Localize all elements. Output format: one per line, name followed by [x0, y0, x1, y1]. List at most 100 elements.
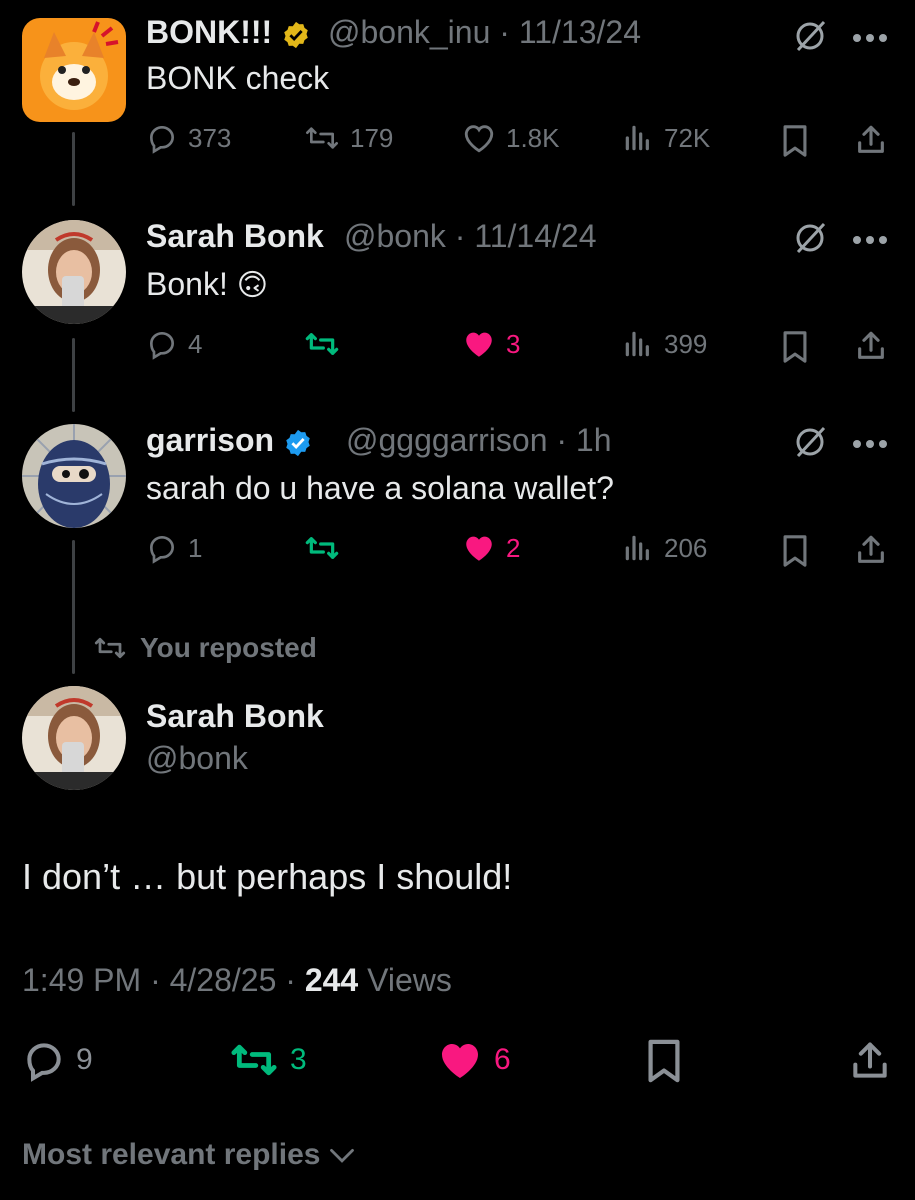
like-button[interactable]: 2 [462, 532, 520, 564]
more-icon[interactable] [852, 232, 892, 250]
views-icon [625, 331, 649, 357]
sarah-avatar-image [22, 220, 126, 324]
chevron-down-icon [330, 1148, 355, 1163]
reply-button[interactable]: 373 [146, 122, 231, 154]
main-reply-button[interactable]: 9 [22, 1038, 93, 1082]
main-bookmark-icon[interactable] [644, 1038, 684, 1089]
views-count: 399 [664, 328, 708, 359]
reply-sort-label: Most relevant replies [22, 1138, 321, 1171]
share-icon[interactable] [854, 532, 888, 573]
repost-button[interactable] [304, 532, 350, 564]
thread-line [72, 540, 75, 674]
author-handle[interactable]: @ggggarrison [346, 422, 547, 458]
like-icon [442, 1044, 478, 1078]
avatar-garrison[interactable] [22, 424, 126, 528]
grok-icon[interactable] [792, 220, 828, 261]
views-button[interactable]: 399 [622, 328, 707, 360]
main-author-handle[interactable]: @bonk [146, 740, 248, 777]
like-button[interactable]: 1.8K [462, 122, 560, 154]
like-icon [466, 332, 492, 357]
tweet-text: Bonk! 🙃 [146, 266, 268, 303]
like-count: 6 [494, 1043, 511, 1076]
more-icon[interactable] [852, 436, 892, 454]
reply-icon [149, 535, 175, 564]
tweet-author-name[interactable]: BONK!!! [146, 14, 311, 51]
repost-button[interactable] [304, 328, 350, 360]
main-repost-button[interactable]: 3 [228, 1038, 307, 1082]
views-count: 206 [664, 532, 708, 563]
bonk-dog-avatar-image [22, 18, 126, 122]
reply-sort-dropdown[interactable]: Most relevant replies [22, 1138, 356, 1172]
tweet-date[interactable]: 11/14/24 [474, 218, 596, 254]
more-icon[interactable] [852, 30, 892, 48]
main-share-icon[interactable] [848, 1038, 892, 1089]
repost-icon [231, 1044, 277, 1076]
thread-line [72, 338, 75, 412]
like-count: 1.8K [506, 122, 560, 153]
repost-icon [94, 637, 126, 659]
main-tweet-time[interactable]: 1:49 PM [22, 962, 141, 998]
garrison-avatar-image [22, 424, 126, 528]
main-views-count: 244 [304, 962, 359, 998]
thread-line [72, 132, 75, 206]
reply-count: 4 [188, 328, 203, 359]
reply-icon [149, 331, 175, 360]
tweet-text-content: Bonk! [146, 266, 228, 302]
reply-button[interactable]: 1 [146, 532, 202, 564]
main-tweet-date[interactable]: 4/28/25 [170, 962, 277, 998]
reply-count: 9 [76, 1043, 93, 1076]
author-handle[interactable]: @bonk [344, 218, 446, 254]
reply-icon [27, 1043, 61, 1082]
verified-blue-badge-icon [286, 429, 310, 456]
bookmark-icon[interactable] [780, 534, 810, 573]
author-handle[interactable]: @bonk_inu [328, 14, 490, 50]
views-button[interactable]: 72K [622, 122, 710, 154]
repost-button[interactable]: 179 [304, 122, 393, 154]
repost-icon [306, 127, 338, 149]
tweet-text: BONK check [146, 60, 330, 96]
tweet-meta: @ggggarrison · 1h [346, 422, 612, 458]
repost-context-label[interactable]: You reposted [140, 632, 317, 664]
main-tweet-meta: 1:49 PM · 4/28/25 · 244 Views [22, 962, 452, 998]
repost-context: You reposted [92, 632, 317, 664]
tweet-author-name[interactable]: garrison [146, 422, 313, 459]
views-count: 72K [664, 122, 711, 153]
like-count: 2 [506, 532, 521, 563]
avatar-bonk-inu[interactable] [22, 18, 126, 122]
views-button[interactable]: 206 [622, 532, 707, 564]
share-icon[interactable] [854, 122, 888, 163]
main-views-label: Views [367, 962, 452, 998]
reply-button[interactable]: 4 [146, 328, 202, 360]
verified-gold-badge-icon [284, 21, 308, 48]
grok-icon[interactable] [792, 18, 828, 59]
repost-count: 3 [290, 1043, 307, 1076]
tweet-meta: @bonk · 11/14/24 [344, 218, 597, 254]
main-tweet-text: I don’t … but perhaps I should! [22, 856, 513, 897]
like-button[interactable]: 3 [462, 328, 520, 360]
tweet-meta: @bonk_inu · 11/13/24 [328, 14, 641, 50]
tweet-text: sarah do u have a solana wallet? [146, 470, 614, 506]
tweet-date[interactable]: 1h [576, 422, 612, 458]
like-count: 3 [506, 328, 521, 359]
views-icon [625, 125, 649, 151]
tweet-author-name[interactable]: Sarah Bonk [146, 218, 324, 255]
reply-count: 373 [188, 122, 232, 153]
share-icon[interactable] [854, 328, 888, 369]
like-icon [464, 125, 494, 153]
main-author-name[interactable]: Sarah Bonk [146, 698, 324, 735]
like-icon [466, 536, 492, 561]
tweet-date[interactable]: 11/13/24 [519, 14, 641, 50]
avatar-sarah-bonk[interactable] [22, 220, 126, 324]
bookmark-icon[interactable] [780, 124, 810, 163]
views-icon [625, 535, 649, 561]
main-like-button[interactable]: 6 [436, 1038, 511, 1082]
reply-icon [149, 125, 175, 154]
bookmark-icon[interactable] [780, 330, 810, 369]
sarah-avatar-image [22, 686, 126, 790]
grok-icon[interactable] [792, 424, 828, 465]
reply-count: 1 [188, 532, 203, 563]
avatar-sarah-bonk[interactable] [22, 686, 126, 790]
repost-count: 179 [350, 122, 394, 153]
repost-icon [305, 333, 339, 355]
repost-icon [305, 537, 339, 559]
